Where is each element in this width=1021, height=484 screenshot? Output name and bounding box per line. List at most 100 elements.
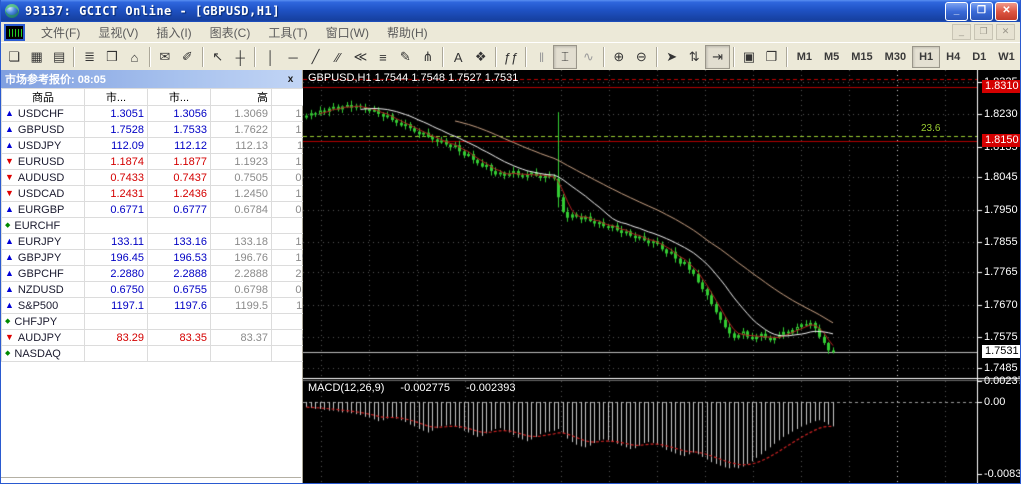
bid-cell: 1.3051 [85,106,148,122]
menu-item-0[interactable]: 文件(F) [32,22,89,43]
macd-value: -0.002775 [400,382,450,394]
quote-row-EURUSD[interactable]: ▼EURUSD1.18741.18771.19231.1867 [2,154,333,170]
symbol-cell: ◆EURCHF [2,218,85,234]
market-watch-icon[interactable]: ≣ [78,46,100,68]
bid-cell: 2.2880 [85,266,148,282]
menu-item-6[interactable]: 帮助(H) [378,22,437,43]
high-cell [211,314,272,330]
restore-button[interactable]: ❐ [970,2,993,21]
symbol-cell: ▲GBPUSD [2,122,85,138]
bar-chart-icon[interactable]: ‖ [530,46,552,68]
high-cell: 112.13 [211,138,272,154]
high-cell: 0.7505 [211,170,272,186]
scroll-to-end-icon[interactable]: ➤ [661,46,683,68]
vertical-line-icon[interactable]: │ [259,46,281,68]
high-cell: 133.18 [211,234,272,250]
fibonacci-icon[interactable]: ≡ [372,46,394,68]
market-watch-close-icon[interactable]: x [284,74,297,85]
child-restore-button[interactable]: ❐ [974,24,993,40]
timeframe-m5[interactable]: M5 [818,47,845,67]
column-header-0[interactable]: 商品 [2,89,85,106]
timeframe-m30[interactable]: M30 [879,47,912,67]
auto-scroll-icon[interactable]: ⇅ [683,46,705,68]
close-button[interactable]: ✕ [995,2,1018,21]
quotes-table-header: 商品市...市...高低 [2,89,333,106]
quote-row-NZDUSD[interactable]: ▲NZDUSD0.67500.67550.67980.6735 [2,282,333,298]
price-chart-canvas[interactable] [303,70,1021,484]
column-header-2[interactable]: 市... [148,89,211,106]
timeframe-w1[interactable]: W1 [992,47,1021,67]
symbol-cell: ▲USDCHF [2,106,85,122]
market-watch-header[interactable]: 市场参考报价: 08:05 x [0,70,302,88]
bid-cell: 1.7528 [85,122,148,138]
child-minimize-button[interactable]: _ [952,24,971,40]
column-header-3[interactable]: 高 [211,89,272,106]
template-window-icon[interactable]: ❐ [760,46,782,68]
save-icon[interactable]: ▦ [25,46,47,68]
indicators-icon[interactable]: ƒƒ [500,46,522,68]
quote-row-EURGBP[interactable]: ▲EURGBP0.67710.67770.67840.6755 [2,202,333,218]
symbol-label: NASDAQ [14,348,60,360]
timeframe-d1[interactable]: D1 [966,47,992,67]
navigator-icon[interactable]: ⌂ [123,46,145,68]
panel-divider [0,477,301,478]
quote-row-GBPUSD[interactable]: ▲GBPUSD1.75281.75331.76221.7503 [2,122,333,138]
pitchfork-icon[interactable]: ⋔ [417,46,439,68]
print-icon[interactable]: ▤ [48,46,70,68]
line-chart-icon[interactable]: ∿ [577,46,599,68]
timeframe-m15[interactable]: M15 [845,47,878,67]
symbol-cell: ◆ NASDAQ [2,346,85,362]
quote-row-GBPCHF[interactable]: ▲GBPCHF2.28802.28882.28882.2875 [2,266,333,282]
arrow-symbols-icon[interactable]: ❖ [469,46,491,68]
window-title: 93137: GCICT Online - [GBPUSD,H1] [25,4,945,18]
quote-row-AUDUSD[interactable]: ▼AUDUSD0.74330.74370.75050.7428 [2,170,333,186]
toolbar-separator [733,47,735,67]
zoom-in-icon[interactable]: ⊕ [608,46,630,68]
channel-icon[interactable]: ⁄⁄ [327,46,349,68]
quote-row-EURJPY[interactable]: ▲EURJPY133.11133.16133.18132.79 [2,234,333,250]
quote-row-NASDAQ[interactable]: ◆ NASDAQ [2,346,333,362]
crosshair-icon[interactable]: ┼ [229,46,251,68]
quote-row-USDCAD[interactable]: ▼USDCAD1.24311.24361.24501.2386 [2,186,333,202]
symbol-cell: ▲GBPCHF [2,266,85,282]
new-order-icon[interactable]: ✉ [154,46,176,68]
indicator-window-icon[interactable]: ▣ [738,46,760,68]
candlestick-chart-icon[interactable]: ⌶ [553,45,577,69]
arrow-up-icon: ▲ [5,269,14,278]
timeframe-h4[interactable]: H4 [940,47,966,67]
minimize-button[interactable]: _ [945,2,968,21]
zoom-out-icon[interactable]: ⊖ [630,46,652,68]
timeframe-m1[interactable]: M1 [791,47,818,67]
chart-menu-icon[interactable] [4,24,25,41]
quote-row-EURCHF[interactable]: ◆EURCHF [2,218,333,234]
arrow-draw-icon[interactable]: ✎ [394,46,416,68]
menu-item-2[interactable]: 插入(I) [147,22,200,43]
menu-item-3[interactable]: 图表(C) [201,22,260,43]
quote-row-CHFJPY[interactable]: ◆CHFJPY [2,314,333,330]
quote-row-GBPJPY[interactable]: ▲GBPJPY196.45196.53196.76195.94 [2,250,333,266]
diamond-icon: ◆ [5,350,10,357]
trendline-icon[interactable]: ╱ [304,46,326,68]
gann-fan-icon[interactable]: ≪ [349,46,371,68]
data-window-icon[interactable]: ❒ [101,46,123,68]
menu-item-5[interactable]: 窗口(W) [317,22,378,43]
quote-row-USDJPY[interactable]: ▲USDJPY112.09112.12112.13111.43 [2,138,333,154]
horizontal-line-icon[interactable]: ─ [282,46,304,68]
high-cell: 83.37 [211,330,272,346]
chart-shift-icon[interactable]: ⇥ [705,45,729,69]
bid-cell [85,346,148,362]
new-chart-icon[interactable]: ❏ [3,46,25,68]
menu-item-1[interactable]: 显视(V) [89,22,147,43]
text-label-icon[interactable]: A [447,46,469,68]
quote-row-USDCHF[interactable]: ▲USDCHF1.30511.30561.30691.3018 [2,106,333,122]
ask-cell: 196.53 [148,250,211,266]
quote-row-S&P500[interactable]: ▲S&P5001197.11197.61199.51196.5 [2,298,333,314]
timeframe-h1[interactable]: H1 [912,46,940,68]
quote-row-AUDJPY[interactable]: ▼AUDJPY83.2983.3583.3783.29 [2,330,333,346]
column-header-1[interactable]: 市... [85,89,148,106]
child-close-button[interactable]: ✕ [996,24,1015,40]
metaeditor-icon[interactable]: ✐ [176,46,198,68]
menu-item-4[interactable]: 工具(T) [259,22,316,43]
cursor-icon[interactable]: ↖ [207,46,229,68]
arrow-up-icon: ▲ [5,205,14,214]
